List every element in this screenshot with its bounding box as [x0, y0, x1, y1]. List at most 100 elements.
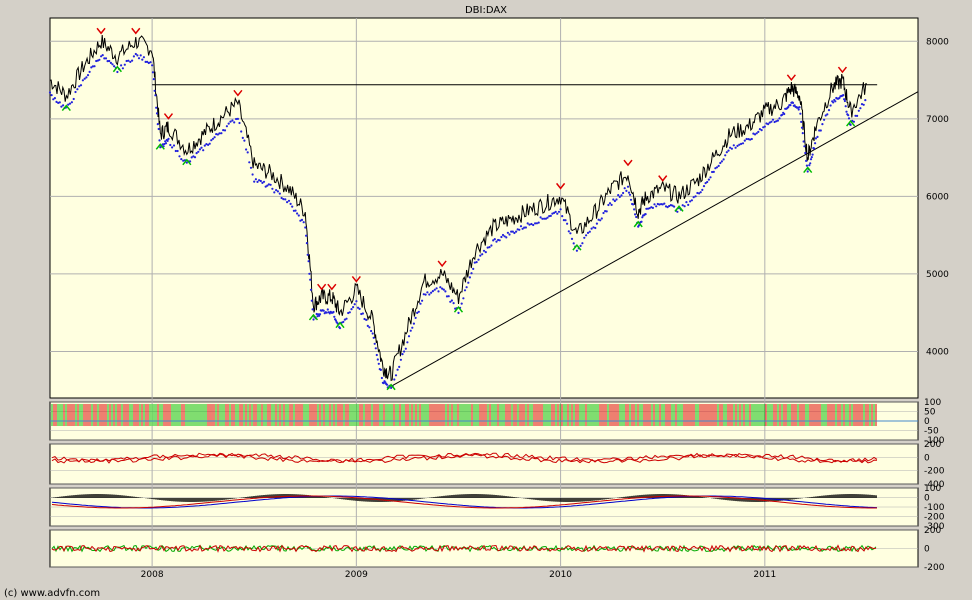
sar-dot [805, 159, 808, 162]
sar-dot [167, 137, 170, 140]
sar-dot [806, 170, 809, 173]
sar-dot [610, 203, 613, 206]
sar-dot [284, 198, 287, 201]
sar-dot [519, 225, 523, 228]
sar-dot [615, 198, 618, 201]
sar-dot [430, 291, 433, 294]
sar-dot [98, 58, 101, 61]
sar-dot [712, 170, 715, 173]
sar-dot [412, 322, 415, 325]
sar-dot [171, 146, 174, 149]
sar-dot [254, 178, 257, 181]
sar-dot [278, 192, 281, 195]
chart-canvas: 2008 2009 2010 2011800070006000500040001005… [4, 5, 949, 599]
sar-dot [312, 318, 315, 321]
sar-dot [305, 234, 308, 237]
sar-dot [396, 368, 399, 371]
sar-dot [444, 290, 447, 293]
sar-dot [590, 227, 593, 230]
sar-dot [586, 231, 590, 234]
sar-dot [481, 253, 484, 256]
indicator-tick-label: 0 [924, 417, 930, 427]
y-tick-label: 6000 [926, 192, 949, 202]
sar-dot [74, 90, 77, 94]
sar-dot [101, 54, 104, 57]
sar-dot [104, 57, 108, 60]
sar-dot [311, 308, 314, 311]
sar-dot [567, 230, 570, 233]
sar-dot [600, 217, 603, 220]
sar-dot [699, 191, 702, 194]
sar-dot [286, 201, 289, 204]
sar-dot [490, 244, 493, 247]
sar-dot [564, 219, 567, 222]
sar-dot [537, 221, 540, 224]
sar-dot [93, 65, 96, 68]
sar-dot [407, 335, 411, 338]
sar-dot [116, 70, 119, 74]
sar-dot [300, 218, 304, 221]
sar-dot [229, 120, 232, 123]
sar-dot [180, 158, 183, 161]
sar-dot [241, 136, 244, 139]
sar-dot [546, 216, 549, 219]
sar-dot [482, 249, 486, 252]
sar-dot [852, 120, 856, 123]
sar-dot [730, 147, 734, 150]
sar-dot [213, 136, 216, 139]
sar-dot [732, 144, 735, 147]
sar-dot [625, 189, 628, 192]
sar-dot [176, 149, 179, 153]
sar-dot [789, 104, 792, 107]
sar-dot [814, 142, 817, 145]
sar-dot [220, 132, 223, 135]
sar-dot [740, 142, 743, 145]
sar-dot [811, 153, 814, 156]
sar-dot [282, 198, 285, 201]
y-tick-label: 7000 [926, 115, 949, 125]
sar-dot [70, 101, 73, 104]
sar-dot [157, 127, 160, 131]
sar-dot [353, 303, 356, 306]
sar-dot [142, 56, 145, 59]
sar-dot [460, 302, 463, 305]
sar-dot [365, 318, 368, 321]
sar-dot [197, 150, 200, 153]
sar-dot [129, 60, 132, 64]
sar-dot [245, 148, 248, 151]
sar-dot [829, 104, 832, 107]
sar-dot [322, 309, 325, 312]
sar-dot [350, 308, 353, 311]
sar-dot [428, 293, 431, 296]
sar-dot [776, 119, 780, 122]
sar-dot [505, 236, 508, 239]
indicator-tick-label: -200 [924, 467, 945, 477]
sar-dot [409, 329, 412, 332]
sar-dot [166, 139, 169, 142]
sar-dot [673, 205, 676, 208]
sar-dot [447, 295, 450, 298]
sar-dot [814, 137, 818, 140]
sar-dot [273, 191, 276, 194]
sar-dot [361, 312, 364, 315]
sar-dot [528, 223, 531, 226]
sar-dot [809, 158, 813, 161]
sar-dot [515, 230, 518, 233]
sar-dot [243, 139, 246, 142]
sar-dot [685, 201, 688, 204]
sar-dot [437, 290, 440, 293]
sar-dot [518, 228, 521, 231]
sar-dot [62, 104, 65, 107]
sar-dot [634, 213, 637, 216]
sar-dot [532, 223, 535, 227]
indicator-tick-label: -200 [924, 563, 945, 573]
sar-dot [202, 149, 205, 152]
chart-title: DBI:DAX [465, 5, 507, 16]
sar-dot [210, 139, 213, 142]
sar-dot [627, 191, 631, 194]
copyright-text: (c) www.advfn.com [4, 588, 100, 599]
sar-dot [137, 57, 141, 60]
sar-dot [306, 253, 309, 256]
sar-dot [249, 166, 253, 169]
sar-dot [569, 232, 572, 235]
